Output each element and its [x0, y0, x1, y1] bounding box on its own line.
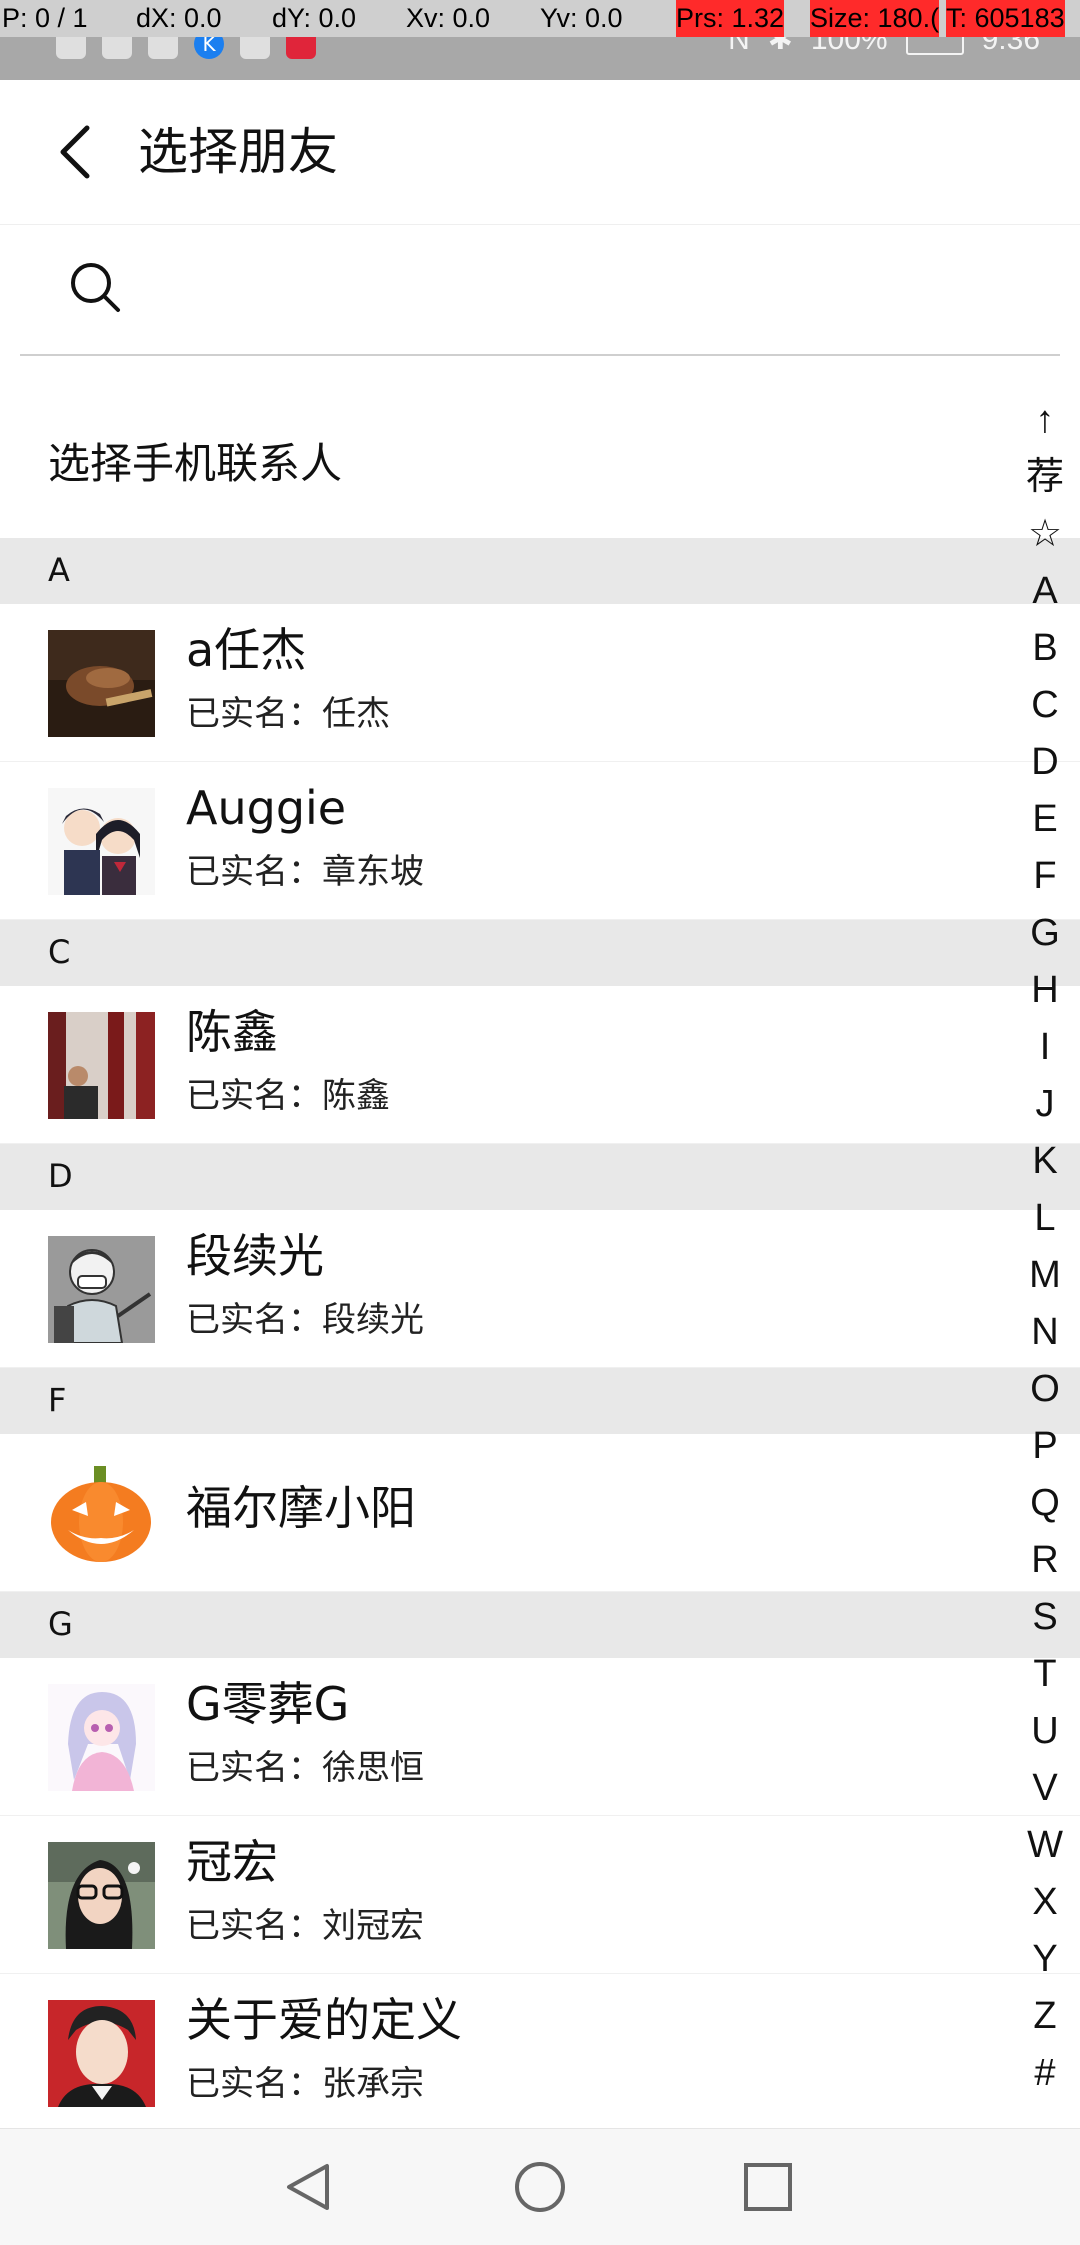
index-letter[interactable]: O [1010, 1361, 1080, 1418]
contact-name: 段续光 [186, 1229, 324, 1283]
contact-verified: 已实名：徐思恒 [186, 1748, 424, 1788]
avatar [48, 630, 155, 737]
avatar [48, 2000, 155, 2107]
contact-name: a任杰 [186, 623, 307, 677]
phone-contacts-entry[interactable]: 选择手机联系人 [0, 404, 1080, 538]
title-bar: 选择朋友 [0, 80, 1080, 225]
square-recents-icon [744, 2163, 792, 2211]
debug-time: T: 605183 [946, 0, 1065, 37]
index-letter[interactable]: G [1010, 905, 1080, 962]
contact-verified: 已实名：刘冠宏 [186, 1906, 424, 1946]
index-letter[interactable]: P [1010, 1418, 1080, 1475]
index-letter[interactable]: B [1010, 620, 1080, 677]
contact-row[interactable]: 福尔摩小阳 [0, 1434, 1080, 1592]
nav-recents-button[interactable] [732, 2151, 804, 2223]
section-letter: G [48, 1605, 73, 1643]
index-letter[interactable]: S [1010, 1589, 1080, 1646]
section-letter: D [48, 1157, 73, 1195]
friend-list[interactable]: 选择手机联系人 A a任杰 已实名：任杰 Auggie 已实名：章东坡 C 陈鑫… [0, 404, 1080, 2132]
chevron-left-icon [60, 125, 90, 179]
contact-name: 福尔摩小阳 [186, 1481, 416, 1535]
section-header-a: A [0, 538, 1080, 604]
debug-xv: Xv: 0.0 [406, 3, 491, 33]
triangle-back-icon [287, 2164, 329, 2210]
back-button[interactable] [40, 114, 110, 190]
index-letter[interactable]: U [1010, 1703, 1080, 1760]
search-icon [71, 263, 120, 312]
index-letter[interactable]: F [1010, 848, 1080, 905]
index-letter[interactable]: X [1010, 1874, 1080, 1931]
section-letter: F [48, 1381, 67, 1419]
contact-name: G零葬G [186, 1677, 350, 1731]
debug-yv: Yv: 0.0 [540, 3, 623, 33]
index-letter[interactable]: C [1010, 677, 1080, 734]
index-letter[interactable]: T [1010, 1646, 1080, 1703]
index-letter[interactable]: M [1010, 1247, 1080, 1304]
debug-size: Size: 180.( [810, 0, 940, 37]
contact-verified: 已实名：任杰 [186, 694, 390, 734]
index-letter[interactable]: V [1010, 1760, 1080, 1817]
section-header-g: G [0, 1592, 1080, 1658]
index-letter[interactable]: Q [1010, 1475, 1080, 1532]
contact-verified: 已实名：陈鑫 [186, 1076, 390, 1116]
debug-dx: dX: 0.0 [136, 3, 222, 33]
section-letter: C [48, 933, 71, 971]
avatar [48, 788, 155, 895]
contact-name: 陈鑫 [186, 1005, 278, 1059]
system-nav-bar [0, 2128, 1080, 2245]
contact-row[interactable]: 陈鑫 已实名：陈鑫 [0, 986, 1080, 1144]
avatar [48, 1684, 155, 1791]
debug-pointer: P: 0 / 1 [2, 3, 88, 33]
alphabet-index-bar[interactable]: ↑ 荐 ☆ A B C D E F G H I J K L M N O P Q R S T U V W X Y Z # [1010, 392, 1080, 2102]
avatar [48, 1842, 155, 1949]
section-letter: A [48, 551, 70, 589]
phone-contacts-label: 选择手机联系人 [48, 439, 343, 488]
index-letter[interactable]: A [1010, 563, 1080, 620]
search-input[interactable] [170, 254, 994, 326]
index-letter[interactable]: # [1010, 2045, 1080, 2102]
index-letter[interactable]: ☆ [1010, 506, 1080, 563]
page-title: 选择朋友 [138, 123, 338, 181]
contact-row[interactable]: 关于爱的定义 已实名：张承宗 [0, 1974, 1080, 2132]
debug-dy: dY: 0.0 [272, 3, 357, 33]
index-letter[interactable]: E [1010, 791, 1080, 848]
contact-row[interactable]: a任杰 已实名：任杰 [0, 604, 1080, 762]
contact-verified: 已实名：段续光 [186, 1300, 424, 1340]
debug-overlay: P: 0 / 1 dX: 0.0 dY: 0.0 Xv: 0.0 Yv: 0.0… [0, 0, 1080, 37]
index-letter[interactable]: Z [1010, 1988, 1080, 2045]
index-letter[interactable]: N [1010, 1304, 1080, 1361]
avatar [48, 1012, 155, 1119]
contact-row[interactable]: G零葬G 已实名：徐思恒 [0, 1658, 1080, 1816]
index-letter[interactable]: W [1010, 1817, 1080, 1874]
nav-back-button[interactable] [272, 2151, 344, 2223]
avatar [48, 1236, 155, 1343]
debug-pressure: Prs: 1.32 [676, 0, 785, 37]
avatar [48, 1460, 155, 1567]
contact-name: 冠宏 [186, 1835, 278, 1889]
index-letter[interactable]: J [1010, 1076, 1080, 1133]
index-letter[interactable]: L [1010, 1190, 1080, 1247]
contact-row[interactable]: 段续光 已实名：段续光 [0, 1210, 1080, 1368]
nav-home-button[interactable] [504, 2151, 576, 2223]
index-letter[interactable]: I [1010, 1019, 1080, 1076]
contact-row[interactable]: Auggie 已实名：章东坡 [0, 762, 1080, 920]
index-letter[interactable]: D [1010, 734, 1080, 791]
index-letter[interactable]: ↑ [1010, 392, 1080, 449]
index-letter[interactable]: R [1010, 1532, 1080, 1589]
circle-home-icon [515, 2162, 565, 2212]
index-letter[interactable]: Y [1010, 1931, 1080, 1988]
section-header-f: F [0, 1368, 1080, 1434]
contact-name: Auggie [186, 781, 347, 835]
contact-row[interactable]: 冠宏 已实名：刘冠宏 [0, 1816, 1080, 1974]
index-letter[interactable]: K [1010, 1133, 1080, 1190]
index-letter[interactable]: H [1010, 962, 1080, 1019]
index-letter[interactable]: 荐 [1010, 449, 1080, 506]
contact-verified: 已实名：章东坡 [186, 852, 424, 892]
search-bar[interactable] [20, 224, 1060, 356]
contact-name: 关于爱的定义 [186, 1993, 462, 2047]
section-header-d: D [0, 1144, 1080, 1210]
contact-verified: 已实名：张承宗 [186, 2064, 424, 2104]
section-header-c: C [0, 920, 1080, 986]
